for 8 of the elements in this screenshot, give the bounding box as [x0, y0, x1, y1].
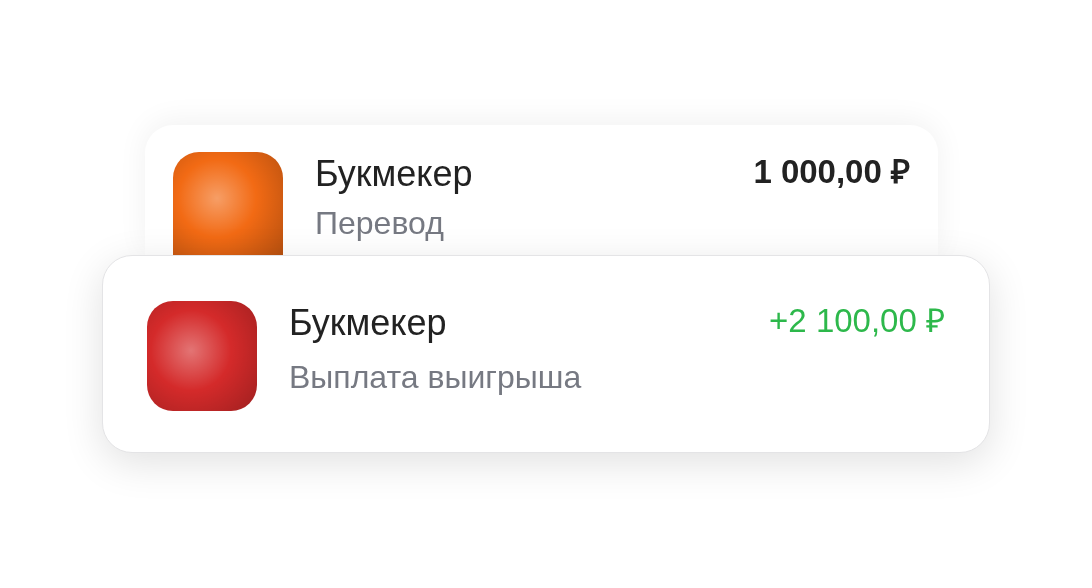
- amount: 1 000,00 ₽: [753, 152, 910, 192]
- amount: +2 100,00 ₽: [769, 301, 945, 341]
- transaction-card[interactable]: Букмекер Выплата выигрыша +2 100,00 ₽: [102, 255, 990, 453]
- merchant-name: Букмекер: [289, 301, 448, 345]
- merchant-name: Букмекер: [315, 152, 474, 196]
- transaction-description: Перевод: [315, 207, 445, 240]
- transaction-card[interactable]: Букмекер Перевод 1 000,00 ₽: [145, 125, 938, 255]
- transaction-description: Выплата выигрыша: [289, 358, 583, 397]
